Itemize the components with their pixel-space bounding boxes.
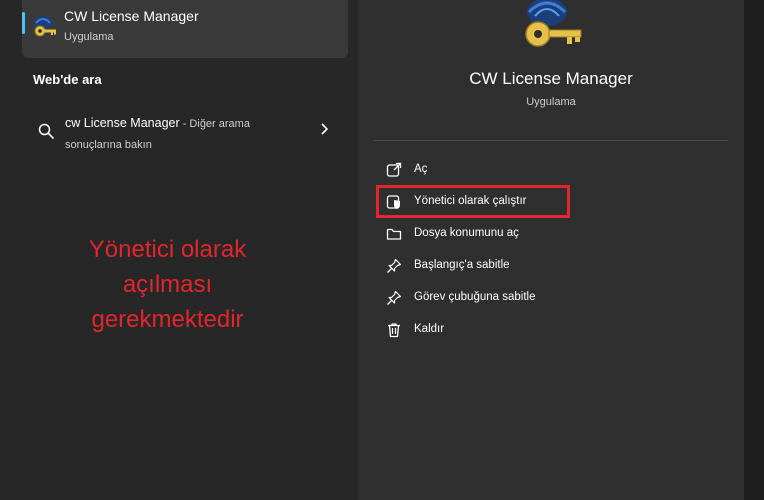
app-subtitle: Uygulama <box>526 96 576 108</box>
action-pin-to-taskbar[interactable]: Görev çubuğuna sabitle <box>374 282 728 314</box>
open-external-icon <box>386 162 402 177</box>
action-uninstall-label: Kaldır <box>414 323 445 335</box>
action-pin-to-start[interactable]: Başlangıç'a sabitle <box>374 250 728 282</box>
action-open-file-location[interactable]: Dosya konumunu aç <box>374 218 728 250</box>
action-pin-to-start-label: Başlangıç'a sabitle <box>414 259 510 271</box>
divider <box>374 140 728 141</box>
action-pin-to-taskbar-label: Görev çubuğuna sabitle <box>414 291 536 303</box>
action-uninstall[interactable]: Kaldır <box>374 314 728 346</box>
web-search-heading: Web'de ara <box>33 72 102 87</box>
best-match-app-name: CW License Manager <box>64 8 199 24</box>
folder-icon <box>386 228 402 240</box>
window-edge <box>744 0 764 500</box>
highlight-annotation-box <box>376 185 570 218</box>
pin-icon <box>387 290 402 305</box>
web-search-result[interactable]: cw License Manager - Diğer arama sonuçla… <box>22 104 348 160</box>
trash-icon <box>388 323 400 338</box>
action-open[interactable]: Aç <box>374 154 728 186</box>
app-title: CW License Manager <box>469 69 633 88</box>
pin-icon <box>387 258 402 273</box>
action-open-file-location-label: Dosya konumunu aç <box>414 227 519 239</box>
app-large-icon <box>525 0 582 47</box>
action-open-label: Aç <box>414 163 428 175</box>
best-match-result[interactable]: CW License Manager Uygulama <box>22 0 348 58</box>
selection-accent <box>22 12 25 34</box>
chevron-right-icon[interactable] <box>318 122 330 136</box>
web-search-query: cw License Manager <box>65 116 180 130</box>
search-icon <box>38 123 54 139</box>
action-list: Aç Yönetici olarak çalıştır Dosya konumu… <box>374 154 728 346</box>
web-search-result-text: cw License Manager - Diğer arama sonuçla… <box>65 113 305 155</box>
key-app-icon <box>34 16 56 37</box>
best-match-app-type: Uygulama <box>64 31 114 43</box>
annotation-text: Yönetici olarak açılması gerekmektedir <box>88 236 247 333</box>
